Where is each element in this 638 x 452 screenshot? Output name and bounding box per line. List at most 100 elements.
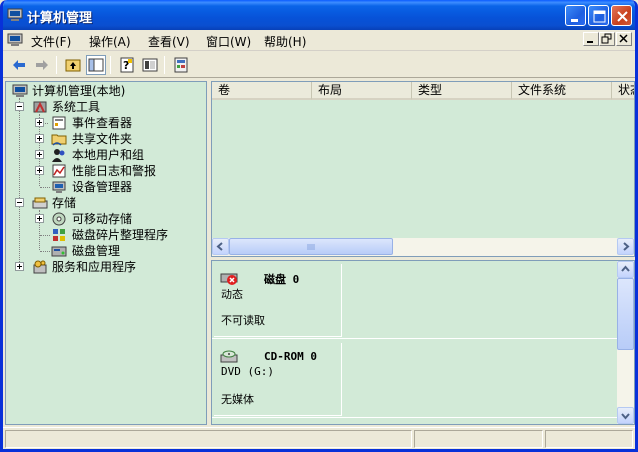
export-list-button[interactable] — [140, 55, 160, 75]
disk-info-panel[interactable]: 磁盘 0 动态 不可读取 — [214, 264, 342, 337]
disk-type: 动态 — [221, 288, 243, 301]
expand-toggle[interactable] — [35, 214, 44, 223]
mdi-restore-button[interactable] — [599, 32, 615, 46]
status-bar — [3, 427, 635, 449]
minimize-icon — [571, 19, 578, 22]
chevron-up-icon — [621, 265, 630, 272]
mdi-minimize-button[interactable] — [583, 32, 599, 46]
disk-type: DVD (G:) — [221, 365, 274, 378]
tree-item-local-users[interactable]: 本地用户和组 — [6, 147, 206, 163]
computer-management-icon — [12, 84, 28, 97]
expand-toggle[interactable] — [35, 118, 44, 127]
expand-toggle[interactable] — [35, 134, 44, 143]
tree-item-removable-storage[interactable]: 可移动存储 — [6, 211, 206, 227]
forward-button[interactable] — [32, 55, 52, 75]
disk-info-panel[interactable]: CD-ROM 0 DVD (G:) 无媒体 — [214, 343, 342, 416]
tree-label: 磁盘碎片整理程序 — [72, 228, 169, 242]
disk-partition-area[interactable] — [344, 264, 615, 337]
window-title: 计算机管理 — [27, 11, 93, 26]
tree-connector — [40, 187, 50, 188]
computer-management-icon — [7, 8, 23, 21]
show-hide-tree-button[interactable] — [86, 55, 106, 75]
tree-item-services-apps[interactable]: 服务和应用程序 — [6, 259, 206, 275]
performance-logs-icon — [52, 164, 66, 178]
close-button[interactable] — [611, 5, 632, 26]
defragmenter-icon — [53, 229, 65, 241]
scroll-left-button[interactable] — [212, 238, 229, 255]
expand-toggle[interactable] — [35, 166, 44, 175]
tree-label: 可移动存储 — [72, 212, 133, 226]
title-bar[interactable]: 计算机管理 — [3, 0, 635, 30]
menu-help[interactable]: 帮助(H) — [264, 33, 306, 50]
tree-label: 系统工具 — [52, 100, 101, 114]
scroll-thumb[interactable] — [617, 278, 634, 350]
services-icon — [33, 260, 47, 274]
menu-file[interactable]: 文件(F) — [31, 33, 71, 50]
disk-row[interactable]: CD-ROM 0 DVD (G:) 无媒体 — [212, 340, 617, 418]
column-header-layout[interactable]: 布局 — [312, 82, 412, 100]
scroll-up-button[interactable] — [617, 261, 634, 278]
tree-item-performance-logs[interactable]: 性能日志和警报 — [6, 163, 206, 179]
status-cell — [545, 430, 633, 448]
tree-connector — [40, 235, 50, 236]
tree-label: 服务和应用程序 — [52, 260, 137, 274]
disk-row[interactable]: 磁盘 0 动态 不可读取 — [212, 261, 617, 339]
collapse-toggle[interactable] — [15, 102, 24, 111]
properties-button[interactable]: ? — [117, 55, 137, 75]
tree-label: 事件查看器 — [72, 116, 133, 130]
minimize-button[interactable] — [565, 5, 586, 26]
scroll-down-button[interactable] — [617, 407, 634, 424]
column-header-type[interactable]: 类型 — [412, 82, 512, 100]
close-icon — [619, 34, 628, 43]
up-folder-icon — [65, 59, 81, 72]
tree-label: 共享文件夹 — [72, 132, 133, 146]
disk-partition-area[interactable] — [344, 343, 615, 416]
minimize-icon — [587, 41, 593, 43]
chevron-down-icon — [621, 413, 630, 420]
back-button[interactable] — [9, 55, 29, 75]
tree-item-system-tools[interactable]: 系统工具 — [6, 99, 206, 115]
tree-label: 存储 — [52, 196, 77, 210]
menu-view[interactable]: 查看(V) — [148, 33, 190, 50]
expand-toggle[interactable] — [35, 150, 44, 159]
toolbar: ? — [3, 52, 635, 78]
scroll-thumb[interactable] — [229, 238, 393, 255]
system-tools-icon — [33, 101, 47, 113]
tree-item-shared-folders[interactable]: 共享文件夹 — [6, 131, 206, 147]
up-one-level-button[interactable] — [63, 55, 83, 75]
event-viewer-icon — [52, 116, 66, 130]
tree-item-defragmenter[interactable]: 磁盘碎片整理程序 — [6, 227, 206, 243]
menu-action[interactable]: 操作(A) — [89, 33, 131, 50]
disk-management-icon — [51, 246, 67, 257]
menu-bar: 文件(F) 操作(A) 查看(V) 窗口(W) 帮助(H) — [3, 30, 635, 51]
disk-graphical-view: 磁盘 0 动态 不可读取 CD-ROM 0 DVD (G:) 无媒体 — [211, 260, 635, 425]
tree-label: 磁盘管理 — [72, 244, 121, 258]
collapse-toggle[interactable] — [15, 198, 24, 207]
mdi-close-button[interactable] — [616, 32, 632, 46]
tree-label: 计算机管理(本地) — [32, 84, 126, 98]
vertical-scrollbar[interactable] — [617, 261, 634, 424]
tree-item-event-viewer[interactable]: 事件查看器 — [6, 115, 206, 131]
expand-toggle[interactable] — [15, 262, 24, 271]
export-list-icon — [142, 58, 158, 72]
tree-item-root[interactable]: 计算机管理(本地) — [6, 83, 206, 99]
disk-status: 无媒体 — [221, 393, 254, 406]
removable-storage-icon — [52, 212, 66, 226]
tree-item-disk-management[interactable]: 磁盘管理 — [6, 243, 206, 259]
console-tree: 计算机管理(本地) 系统工具 事件查看器 共享文件夹 本地用户和组 性能日志和警… — [5, 81, 207, 425]
disk-name: 磁盘 0 — [264, 273, 300, 286]
toolbar-separator — [164, 56, 165, 74]
column-header-status[interactable]: 状态 — [612, 82, 634, 100]
column-header-filesystem[interactable]: 文件系统 — [512, 82, 612, 100]
chevron-right-icon — [623, 242, 630, 251]
menu-window[interactable]: 窗口(W) — [206, 33, 251, 50]
tree-item-device-manager[interactable]: 设备管理器 — [6, 179, 206, 195]
tree-item-storage[interactable]: 存储 — [6, 195, 206, 211]
horizontal-scrollbar[interactable] — [212, 238, 634, 256]
help-button[interactable] — [171, 55, 191, 75]
column-header-volume[interactable]: 卷 — [212, 82, 312, 100]
status-cell — [5, 430, 412, 448]
scroll-right-button[interactable] — [617, 238, 634, 255]
maximize-button[interactable] — [588, 5, 609, 26]
computer-management-icon[interactable] — [7, 33, 23, 47]
